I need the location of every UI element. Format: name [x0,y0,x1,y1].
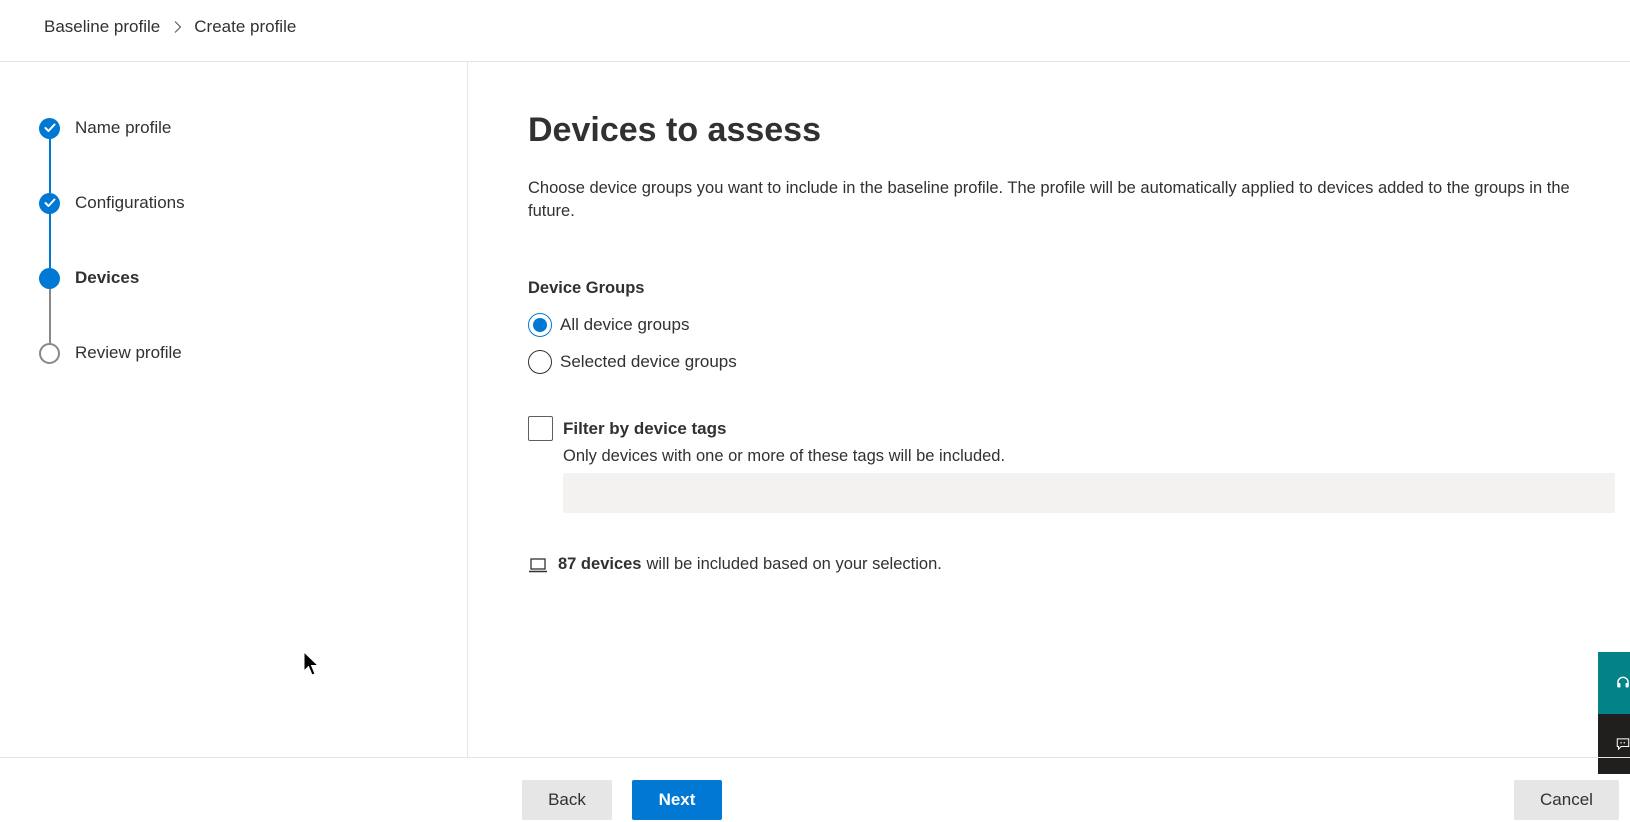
device-count-suffix: will be included based on your selection… [646,555,942,573]
step-connector [49,288,51,344]
step-devices[interactable]: Devices [39,267,139,289]
mouse-cursor-icon [303,651,320,676]
radio-all-device-groups[interactable]: All device groups [528,313,689,337]
feedback-icon [1616,738,1630,751]
step-connector [49,213,51,269]
cancel-button[interactable]: Cancel [1514,780,1619,820]
filter-by-tags-checkbox[interactable] [528,416,553,441]
radio-selected-device-groups[interactable]: Selected device groups [528,350,737,374]
radio-unchecked-icon[interactable] [528,350,552,374]
page-title: Devices to assess [528,111,821,149]
device-tags-input[interactable] [563,473,1615,513]
empty-circle-icon [39,342,60,364]
radio-label: Selected device groups [560,352,737,371]
step-label: Name profile [75,118,172,137]
device-count-value: 87 devices [558,555,642,573]
filter-by-tags-label: Filter by device tags [563,418,727,438]
check-circle-icon [39,117,60,139]
help-button[interactable] [1598,652,1630,714]
step-label: Configurations [75,193,185,212]
device-groups-label: Device Groups [528,279,645,297]
check-circle-icon [39,192,60,214]
chevron-right-icon [174,21,182,33]
breadcrumb: Baseline profile Create profile [44,17,296,37]
filter-tags-hint: Only devices with one or more of these t… [563,447,1006,465]
step-review-profile[interactable]: Review profile [39,342,182,364]
laptop-icon [529,557,547,572]
filter-by-tags-checkbox-row[interactable]: Filter by device tags [528,416,726,441]
device-count-summary: 87 devices will be included based on you… [528,555,942,574]
breadcrumb-baseline-profile[interactable]: Baseline profile [44,17,160,37]
filled-circle-icon [39,267,60,289]
wizard-footer: Back Next Cancel [0,757,1630,822]
help-headset-icon [1617,676,1629,688]
page-header: Baseline profile Create profile [0,0,1630,62]
step-name-profile[interactable]: Name profile [39,117,171,139]
radio-label: All device groups [560,315,690,334]
radio-checked-icon[interactable] [528,313,552,337]
next-button[interactable]: Next [632,780,722,820]
page-description: Choose device groups you want to include… [528,179,1570,220]
breadcrumb-create-profile: Create profile [194,17,297,36]
wizard-stepper: Name profile Configurations Devices Revi… [0,62,468,757]
step-configurations[interactable]: Configurations [39,192,185,214]
step-label: Devices [75,268,140,287]
step-connector [49,138,51,194]
step-label: Review profile [75,343,182,362]
back-button[interactable]: Back [522,780,612,820]
